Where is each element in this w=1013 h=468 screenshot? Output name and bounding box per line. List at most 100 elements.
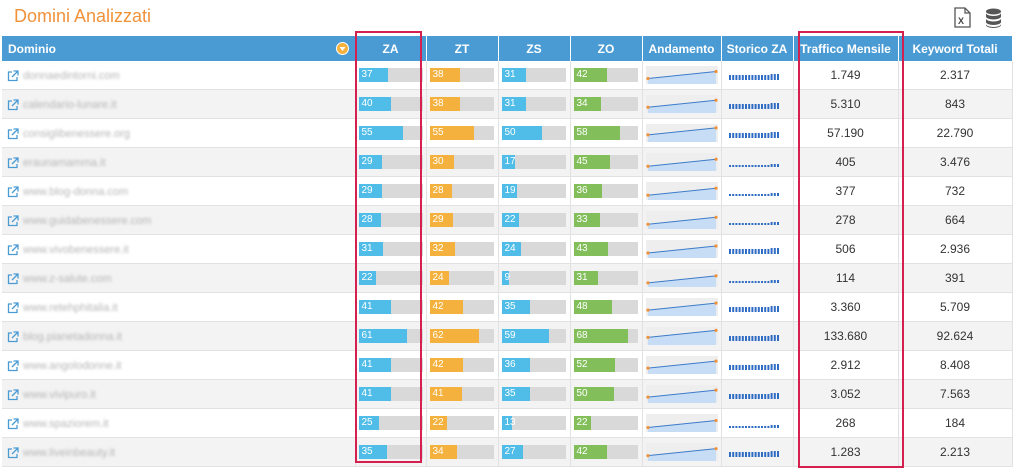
domain-link[interactable]: www.retehphitalia.it	[23, 302, 118, 314]
external-link-icon[interactable]	[7, 302, 19, 314]
external-link-icon[interactable]	[7, 418, 19, 430]
column-header-keyword-totali[interactable]: Keyword Totali	[898, 36, 1013, 61]
domain-link[interactable]: www.liveinbeauty.it	[23, 447, 115, 459]
external-link-icon[interactable]	[7, 70, 19, 82]
za-cell: 41	[355, 379, 427, 409]
history-bars	[728, 74, 779, 80]
zs-cell: 59	[498, 321, 571, 351]
domain-link[interactable]: www.spaziorem.it	[23, 418, 109, 430]
storico-za-cell	[721, 408, 794, 438]
external-link-icon[interactable]	[7, 244, 19, 256]
storico-za-cell	[721, 437, 794, 467]
domain-link[interactable]: consiglibenessere.org	[23, 128, 130, 140]
andamento-cell	[642, 408, 722, 438]
zt-value: 38	[432, 69, 444, 80]
zs-cell: 13	[498, 408, 571, 438]
zo-value: 36	[576, 185, 588, 196]
zs-bar: 9	[501, 271, 566, 285]
domain-link[interactable]: www.vivobenessere.it	[23, 244, 129, 256]
domain-link[interactable]: www.blog-donna.com	[23, 186, 128, 198]
za-cell: 41	[355, 292, 427, 322]
external-link-icon[interactable]	[7, 99, 19, 111]
za-value: 41	[361, 388, 373, 399]
zo-bar: 68	[573, 329, 638, 343]
zt-bar: 38	[429, 68, 494, 82]
zt-cell: 55	[426, 118, 499, 148]
table-row: www.retehphitalia.it 41 42 35 48 3.360 5…	[2, 292, 1013, 322]
keyword-cell: 2.213	[898, 437, 1013, 467]
zo-bar: 48	[573, 300, 638, 314]
zo-bar: 43	[573, 242, 638, 256]
column-header-traffico-mensile[interactable]: Traffico Mensile	[793, 36, 899, 61]
domain-link[interactable]: www.angolodonne.it	[23, 360, 121, 372]
external-link-icon[interactable]	[7, 157, 19, 169]
panel-title: Domini Analizzati	[14, 6, 152, 26]
za-value: 22	[361, 272, 373, 283]
zt-bar: 28	[429, 184, 494, 198]
traffico-cell: 1.283	[793, 437, 899, 467]
zt-bar: 41	[429, 387, 494, 401]
za-value: 61	[361, 330, 373, 341]
trend-sparkline	[645, 66, 718, 84]
zo-value: 45	[576, 156, 588, 167]
column-header-storico-za[interactable]: Storico ZA	[721, 36, 794, 61]
column-header-zt[interactable]: ZT	[426, 36, 499, 61]
keyword-cell: 664	[898, 205, 1013, 235]
external-link-icon[interactable]	[7, 186, 19, 198]
zo-bar: 22	[573, 416, 638, 430]
trend-sparkline	[645, 443, 718, 461]
storico-za-cell	[721, 292, 794, 322]
external-link-icon[interactable]	[7, 128, 19, 140]
zo-cell: 50	[570, 379, 643, 409]
zs-value: 9	[504, 272, 511, 283]
column-header-dominio[interactable]: Dominio	[2, 36, 356, 61]
domain-link[interactable]: eraunamamma.it	[23, 157, 106, 169]
za-bar: 22	[358, 271, 423, 285]
storico-za-cell	[721, 350, 794, 380]
storico-za-cell	[721, 118, 794, 148]
za-value: 29	[361, 156, 373, 167]
external-link-icon[interactable]	[7, 331, 19, 343]
external-link-icon[interactable]	[7, 447, 19, 459]
zs-cell: 17	[498, 147, 571, 177]
zt-cell: 62	[426, 321, 499, 351]
domain-link[interactable]: www.guidabenessere.com	[23, 215, 151, 227]
trend-sparkline	[645, 124, 718, 142]
zt-value: 22	[432, 417, 444, 428]
domain-link[interactable]: blog.pianetadonna.it	[23, 331, 122, 343]
zt-value: 62	[432, 330, 444, 341]
domain-link[interactable]: www.z-salute.com	[23, 273, 112, 285]
za-bar: 41	[358, 358, 423, 372]
domain-cell: www.blog-donna.com	[2, 176, 356, 206]
history-bars	[728, 364, 779, 370]
excel-export-icon[interactable]: X	[954, 7, 971, 28]
trend-sparkline	[645, 356, 718, 374]
domain-link[interactable]: donnaedintorni.com	[23, 70, 120, 82]
history-bars	[728, 164, 779, 167]
domain-cell: www.liveinbeauty.it	[2, 437, 356, 467]
zs-value: 13	[504, 417, 516, 428]
trend-sparkline	[645, 327, 718, 345]
trend-sparkline	[645, 414, 718, 432]
zt-value: 29	[432, 214, 444, 225]
zo-cell: 42	[570, 437, 643, 467]
domain-link[interactable]: www.vivipuro.it	[23, 389, 96, 401]
column-header-zs[interactable]: ZS	[498, 36, 571, 61]
database-icon[interactable]	[985, 8, 1002, 28]
external-link-icon[interactable]	[7, 389, 19, 401]
zo-cell: 58	[570, 118, 643, 148]
domain-link[interactable]: calendario-lunare.it	[23, 99, 117, 111]
zs-bar: 35	[501, 387, 566, 401]
column-header-zo[interactable]: ZO	[570, 36, 643, 61]
external-link-icon[interactable]	[7, 215, 19, 227]
zo-cell: 43	[570, 234, 643, 264]
storico-za-cell	[721, 176, 794, 206]
external-link-icon[interactable]	[7, 360, 19, 372]
column-header-za[interactable]: ZA	[355, 36, 427, 61]
traffico-cell: 57.190	[793, 118, 899, 148]
external-link-icon[interactable]	[7, 273, 19, 285]
zt-cell: 42	[426, 350, 499, 380]
table-row: www.vivobenessere.it 31 32 24 43 506 2.9…	[2, 234, 1013, 264]
sort-filter-icon[interactable]	[335, 42, 349, 55]
column-header-andamento[interactable]: Andamento	[642, 36, 722, 61]
